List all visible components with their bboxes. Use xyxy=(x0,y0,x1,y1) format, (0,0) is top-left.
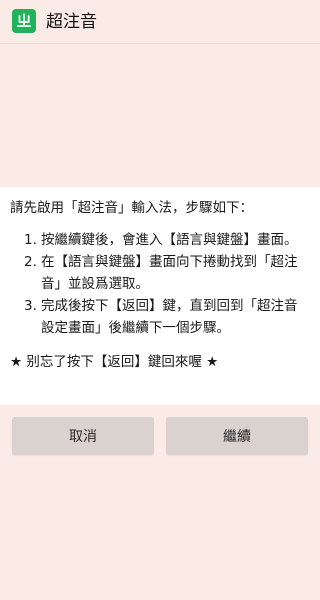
step-number: 1. xyxy=(24,232,37,248)
reminder-text: ★ 别忘了按下【返回】鍵回來喔 ★ xyxy=(10,354,219,370)
steps-list: 1. 按繼續鍵後，會進入【語言與鍵盤】畫面。 2. 在【語言與鍵盤】畫面向下捲動… xyxy=(10,229,310,339)
app-title: 超注音 xyxy=(46,12,97,32)
intro-text: 請先啟用「超注音」輸入法，步驟如下： xyxy=(10,200,253,216)
step-item: 2. 在【語言與鍵盤】畫面向下捲動找到「超注音」並設爲選取。 xyxy=(10,251,310,295)
step-text: 按繼續鍵後，會進入【語言與鍵盤】畫面。 xyxy=(41,232,298,248)
step-text: 完成後按下【返回】鍵，直到回到「超注音設定畫面」後繼續下一個步驟。 xyxy=(41,298,298,336)
step-item: 1. 按繼續鍵後，會進入【語言與鍵盤】畫面。 xyxy=(10,229,310,251)
cancel-button[interactable]: 取消 xyxy=(12,417,154,455)
app-logo-icon: ㄓ xyxy=(12,9,36,33)
step-item: 3. 完成後按下【返回】鍵，直到回到「超注音設定畫面」後繼續下一個步驟。 xyxy=(10,295,310,339)
continue-button[interactable]: 繼續 xyxy=(166,417,308,455)
step-number: 2. xyxy=(24,254,37,270)
title-bar: ㄓ 超注音 xyxy=(0,0,320,44)
step-number: 3. xyxy=(24,298,37,314)
step-text: 在【語言與鍵盤】畫面向下捲動找到「超注音」並設爲選取。 xyxy=(41,254,298,292)
instructions-panel: 請先啟用「超注音」輸入法，步驟如下： 1. 按繼續鍵後，會進入【語言與鍵盤】畫面… xyxy=(0,187,320,405)
